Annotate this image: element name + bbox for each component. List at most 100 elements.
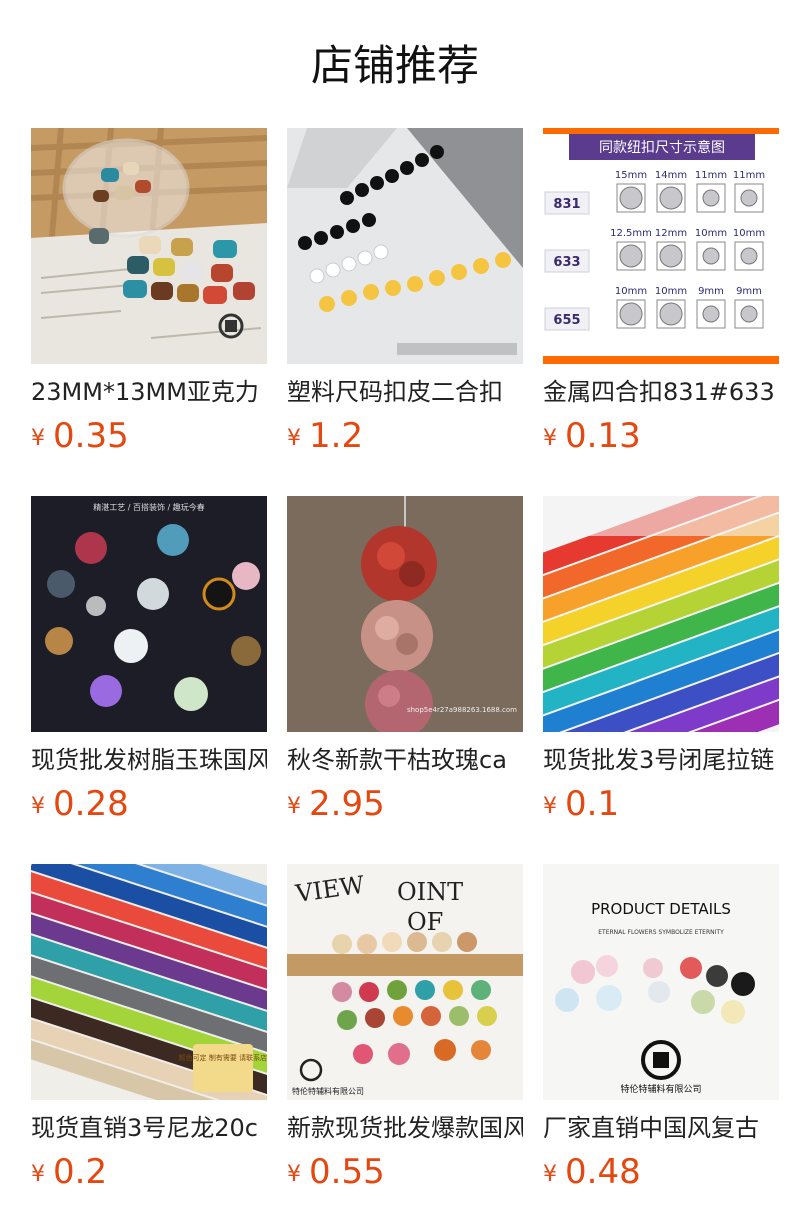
product-card[interactable]: 23MM*13MM亚克力 ¥0.35	[31, 128, 267, 468]
price-value: 0.2	[53, 1152, 108, 1192]
chart-size-label: 10mm	[695, 228, 727, 239]
product-price: ¥0.35	[31, 416, 129, 460]
product-card[interactable]: shop5e4r27a988263.1688.com 秋冬新款干枯玫瑰ca ¥2…	[287, 496, 523, 836]
product-price: ¥0.55	[287, 1152, 385, 1196]
currency-symbol: ¥	[543, 1162, 557, 1187]
product-price: ¥0.1	[543, 784, 619, 828]
product-name[interactable]: 新款现货批发爆款国风	[287, 1110, 523, 1146]
product-name[interactable]: 厂家直销中国风复古	[543, 1110, 779, 1146]
product-name[interactable]: 现货批发树脂玉珠国风	[31, 742, 267, 778]
currency-symbol: ¥	[543, 426, 557, 451]
price-value: 2.95	[309, 784, 385, 824]
product-price: ¥0.48	[543, 1152, 641, 1196]
product-price: ¥0.28	[31, 784, 129, 828]
price-value: 0.28	[53, 784, 129, 824]
product-name[interactable]: 塑料尺码扣皮二合扣	[287, 374, 523, 410]
snap-button-icon	[740, 305, 758, 323]
chart-size-label: 9mm	[736, 286, 762, 297]
product-name[interactable]: 秋冬新款干枯玫瑰ca	[287, 742, 523, 778]
chart-size-label: 11mm	[733, 170, 765, 181]
eternal-flower-beads-photo: PRODUCT DETAILS ETERNAL FLOWERS SYMBOLIZ…	[543, 864, 779, 1100]
svg-text:OF: OF	[407, 908, 443, 936]
chart-size-label: 10mm	[655, 286, 687, 297]
brand-text: 特伦特辅料有限公司	[620, 1083, 701, 1095]
sticker-text: 颜色可定 制有需要 请联系店 小二	[179, 1053, 267, 1062]
details-heading: PRODUCT DETAILS	[591, 900, 731, 918]
product-price: ¥0.13	[543, 416, 641, 460]
product-price: ¥1.2	[287, 416, 363, 460]
price-value: 0.48	[565, 1152, 641, 1192]
snap-button-icon	[740, 247, 758, 265]
banner-text: 精湛工艺 / 百搭装饰 / 趣玩今春	[93, 502, 205, 512]
page-title: 店铺推荐	[310, 41, 479, 90]
price-value: 1.2	[309, 416, 364, 456]
snap-button-icon	[740, 189, 758, 207]
nylon-zippers-photo: 颜色可定 制有需要 请联系店 小二	[31, 864, 267, 1100]
currency-symbol: ¥	[287, 1162, 301, 1187]
snap-button-icon	[659, 244, 683, 268]
snap-button-size-chart: 同款纽扣尺寸示意图 831 15mm 14mm 11mm 11mm 633 12.5mm 12…	[543, 128, 779, 364]
price-value: 0.13	[565, 416, 641, 456]
snap-button-icon	[619, 244, 643, 268]
product-image[interactable]: 精湛工艺 / 百搭装饰 / 趣玩今春	[31, 496, 267, 732]
product-card[interactable]: VIEW OINT OF 特伦特辅料有限公司 新款现货批发爆款国风 ¥ 0.55	[287, 864, 523, 1204]
product-card[interactable]: 精湛工艺 / 百搭装饰 / 趣玩今春 现货批发树脂玉珠国风 ¥ 0.28	[31, 496, 267, 836]
snap-button-icon	[659, 186, 683, 210]
snap-button-icon	[659, 302, 683, 326]
chart-size-label: 10mm	[615, 286, 647, 297]
size-buttons-photo	[287, 128, 523, 364]
brand-text: 特伦特辅料有限公司	[292, 1086, 364, 1096]
snap-button-icon	[619, 186, 643, 210]
price-value: 0.55	[309, 1152, 385, 1192]
product-image[interactable]	[287, 128, 523, 364]
price-value: 0.1	[565, 784, 620, 824]
product-card[interactable]: 现货批发3号闭尾拉链 ¥0.1	[543, 496, 779, 836]
chart-size-label: 15mm	[615, 170, 647, 181]
snap-button-icon	[702, 305, 720, 323]
chart-row-code: 633	[553, 255, 580, 270]
details-subtitle: ETERNAL FLOWERS SYMBOLIZE ETERNITY	[598, 929, 724, 936]
product-image[interactable]: VIEW OINT OF 特伦特辅料有限公司	[287, 864, 523, 1100]
rainbow-zippers-photo	[543, 496, 779, 732]
chart-row-code: 655	[553, 313, 580, 328]
product-image[interactable]: 颜色可定 制有需要 请联系店 小二	[31, 864, 267, 1100]
product-card[interactable]: 颜色可定 制有需要 请联系店 小二 现货直销3号尼龙20c ¥0.2	[31, 864, 267, 1204]
product-name[interactable]: 现货批发3号闭尾拉链	[543, 742, 779, 778]
acrylic-buttons-photo	[31, 128, 267, 364]
product-price: ¥2.95	[287, 784, 385, 828]
chart-row-code: 831	[553, 197, 580, 212]
price-value: 0.35	[53, 416, 129, 456]
currency-symbol: ¥	[287, 794, 301, 819]
product-image[interactable]	[543, 496, 779, 732]
chart-size-label: 10mm	[733, 228, 765, 239]
fabric-roses-photo: shop5e4r27a988263.1688.com	[287, 496, 523, 732]
resin-beads-photo: 精湛工艺 / 百搭装饰 / 趣玩今春	[31, 496, 267, 732]
product-image[interactable]: shop5e4r27a988263.1688.com	[287, 496, 523, 732]
product-image[interactable]: 同款纽扣尺寸示意图 831 15mm 14mm 11mm 11mm 633 12.5mm 12…	[543, 128, 779, 364]
chart-title: 同款纽扣尺寸示意图	[599, 139, 725, 156]
currency-symbol: ¥	[31, 794, 45, 819]
product-name[interactable]: 23MM*13MM亚克力	[31, 374, 267, 410]
watermark-text: shop5e4r27a988263.1688.com	[407, 706, 517, 714]
product-card[interactable]: PRODUCT DETAILS ETERNAL FLOWERS SYMBOLIZ…	[543, 864, 779, 1204]
product-image[interactable]: PRODUCT DETAILS ETERNAL FLOWERS SYMBOLIZ…	[543, 864, 779, 1100]
flower-beads-photo: VIEW OINT OF 特伦特辅料有限公司	[287, 864, 523, 1100]
currency-symbol: ¥	[31, 1162, 45, 1187]
currency-symbol: ¥	[287, 426, 301, 451]
product-price: ¥0.2	[31, 1152, 107, 1196]
chart-size-label: 12.5mm	[610, 228, 652, 239]
svg-text:OINT: OINT	[397, 878, 463, 906]
chart-size-label: 11mm	[695, 170, 727, 181]
chart-size-label: 14mm	[655, 170, 687, 181]
currency-symbol: ¥	[31, 426, 45, 451]
snap-button-icon	[619, 302, 643, 326]
snap-button-icon	[702, 247, 720, 265]
snap-button-icon	[702, 189, 720, 207]
product-card[interactable]: 同款纽扣尺寸示意图 831 15mm 14mm 11mm 11mm 633 12.5mm 12…	[543, 128, 779, 468]
product-name[interactable]: 现货直销3号尼龙20c	[31, 1110, 267, 1146]
currency-symbol: ¥	[543, 794, 557, 819]
product-card[interactable]: 塑料尺码扣皮二合扣 ¥1.2	[287, 128, 523, 468]
product-name[interactable]: 金属四合扣831#633	[543, 374, 779, 410]
chart-size-label: 12mm	[655, 228, 687, 239]
product-image[interactable]	[31, 128, 267, 364]
